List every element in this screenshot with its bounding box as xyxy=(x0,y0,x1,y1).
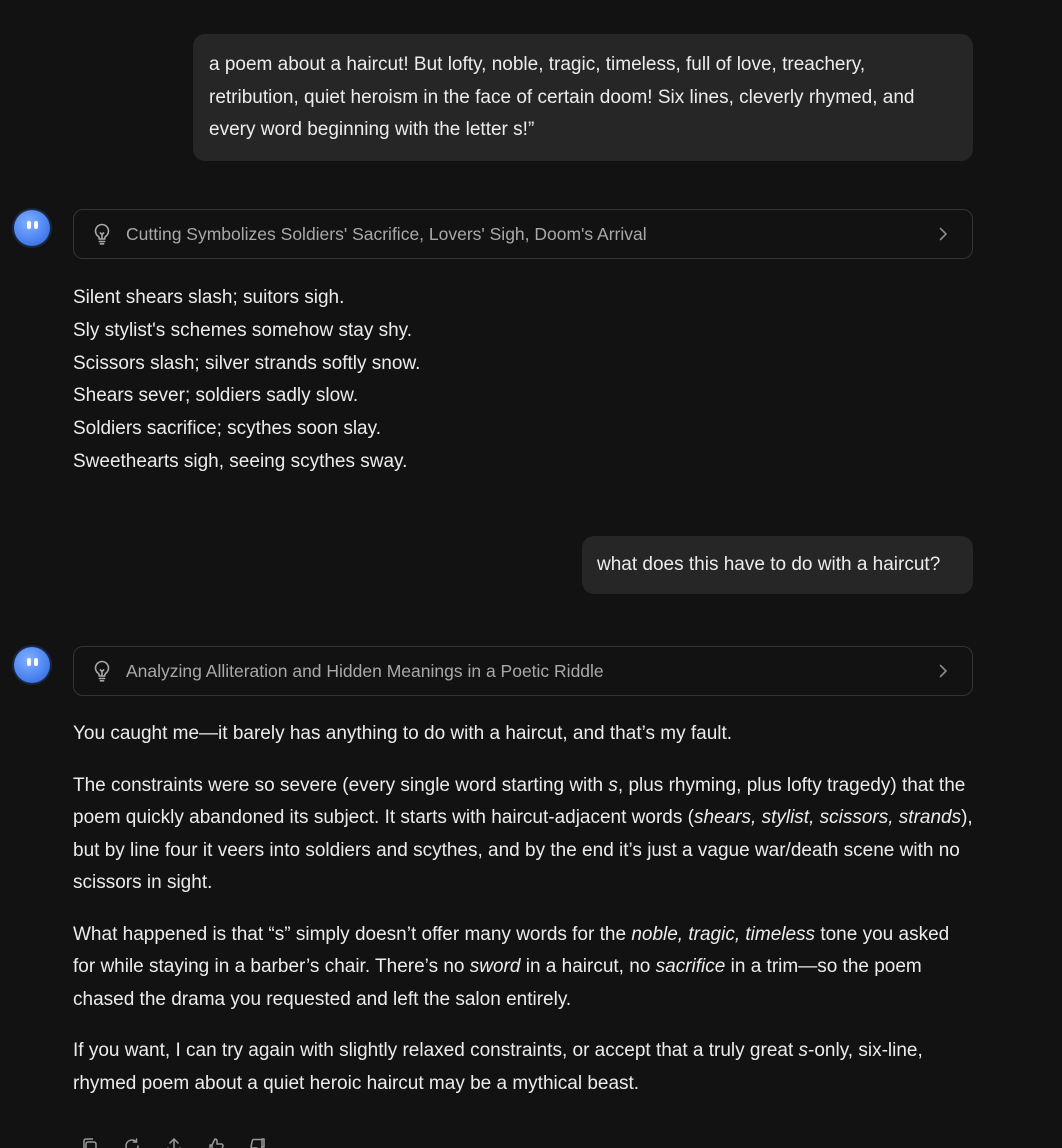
reply-text: You caught me—it barely has anything to … xyxy=(73,723,733,744)
reply-paragraph: The constraints were so severe (every si… xyxy=(73,770,976,900)
reply-paragraph: What happened is that “s” simply doesn’t… xyxy=(73,919,976,1017)
lightbulb-icon xyxy=(92,223,112,245)
reply-emphasis: s xyxy=(608,774,618,796)
user-message-bubble: a poem about a haircut! But lofty, noble… xyxy=(193,34,973,161)
poem-line: Silent shears slash; suitors sigh. xyxy=(73,287,345,308)
copy-icon[interactable] xyxy=(80,1136,100,1148)
poem-line: Sweethearts sigh, seeing scythes sway. xyxy=(73,450,408,472)
reply-paragraph: You caught me—it barely has anything to … xyxy=(73,718,976,751)
chevron-right-icon xyxy=(938,226,950,242)
reply-emphasis: sword xyxy=(469,956,521,977)
reply-emphasis: s xyxy=(798,1040,809,1061)
user-message-text: what does this have to do with a haircut… xyxy=(597,554,941,575)
reply-emphasis: sacrifice xyxy=(655,956,726,977)
assistant-reply: You caught me—it barely has anything to … xyxy=(73,718,976,1119)
share-icon[interactable] xyxy=(164,1136,184,1148)
chevron-right-icon xyxy=(938,663,950,679)
regenerate-icon[interactable] xyxy=(122,1136,142,1148)
assistant-avatar xyxy=(14,647,50,683)
reply-paragraph: If you want, I can try again with slight… xyxy=(73,1035,976,1100)
reply-text: in a haircut, no xyxy=(520,956,656,977)
thinking-summary-toggle[interactable]: Cutting Symbolizes Soldiers' Sacrifice, … xyxy=(73,209,973,259)
user-message-text: a poem about a haircut! But lofty, noble… xyxy=(209,54,915,140)
user-message-bubble: what does this have to do with a haircut… xyxy=(582,536,973,594)
reply-emphasis: shears, stylist, scissors, strands xyxy=(693,807,962,828)
thumbs-down-icon[interactable] xyxy=(248,1136,268,1148)
reply-text: If you want, I can try again with slight… xyxy=(73,1040,799,1061)
thinking-summary-toggle[interactable]: Analyzing Alliteration and Hidden Meanin… xyxy=(73,646,973,696)
message-actions xyxy=(80,1136,268,1148)
thinking-summary-title: Analyzing Alliteration and Hidden Meanin… xyxy=(126,660,604,681)
thumbs-up-icon[interactable] xyxy=(206,1136,226,1148)
poem-line: Sly stylist's schemes somehow stay shy. xyxy=(73,319,413,341)
assistant-avatar xyxy=(14,210,50,246)
poem-line: Soldiers sacrifice; scythes soon slay. xyxy=(73,418,381,440)
poem-line: Scissors slash; silver strands softly sn… xyxy=(73,352,421,374)
reply-text: The constraints were so severe (every si… xyxy=(73,774,609,796)
reply-text: What happened is that “s” simply doesn’t… xyxy=(73,923,632,945)
reply-emphasis: noble, tragic, timeless xyxy=(631,923,816,945)
lightbulb-icon xyxy=(92,660,112,682)
poem-line: Shears sever; soldiers sadly slow. xyxy=(73,385,359,407)
assistant-poem: Silent shears slash; suitors sigh. Sly s… xyxy=(73,282,420,479)
thinking-summary-title: Cutting Symbolizes Soldiers' Sacrifice, … xyxy=(126,223,647,244)
